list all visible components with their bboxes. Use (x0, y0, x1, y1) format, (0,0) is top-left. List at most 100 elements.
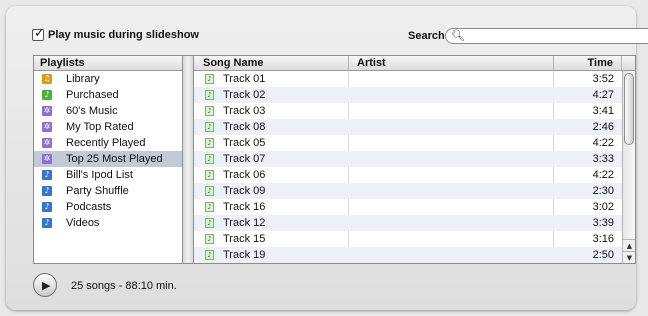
checkmark-icon: ✓ (34, 26, 45, 41)
playlist-icon: ♪ (42, 186, 52, 196)
song-time: 4:22 (592, 137, 614, 149)
song-row[interactable]: ♪ Track 03 3:41 (194, 103, 622, 119)
songs-table[interactable]: Song Name Artist Time ♪ Track 01 3:52 ♪ Trac… (193, 55, 636, 264)
song-time: 3:52 (592, 73, 614, 85)
playlist-icon: ♪ (42, 218, 52, 228)
song-time: 4:22 (592, 169, 614, 181)
music-file-icon: ♪ (205, 250, 214, 260)
song-name: Track 15 (223, 233, 266, 245)
music-file-icon: ♪ (205, 90, 214, 100)
split-view-divider[interactable] (183, 55, 193, 264)
scrollbar-thumb[interactable] (624, 73, 634, 145)
playlist-item[interactable]: ♪ Podcasts (34, 199, 182, 215)
song-row[interactable]: ♪ Track 12 3:39 (194, 215, 622, 231)
song-time: 4:27 (592, 89, 614, 101)
playlist-item[interactable]: ✲ 60's Music (34, 103, 182, 119)
playlists-list[interactable]: Playlists ♫ Library ♪ Purchased ✲ 60's Music ✲… (33, 55, 183, 264)
playlist-item-label: Bill's Ipod List (66, 169, 133, 181)
song-row[interactable]: ♪ Track 05 4:22 (194, 135, 622, 151)
song-name: Track 08 (223, 121, 266, 133)
play-button[interactable]: ▶ (33, 273, 57, 297)
song-row[interactable]: ♪ Track 09 2:30 (194, 183, 622, 199)
song-row[interactable]: ♪ Track 07 3:33 (194, 151, 622, 167)
playlist-item[interactable]: ✲ Recently Played (34, 135, 182, 151)
music-file-icon: ♪ (205, 186, 214, 196)
song-name: Track 03 (223, 105, 266, 117)
song-time: 2:50 (592, 249, 614, 261)
song-count-status: 25 songs - 88:10 min. (71, 280, 177, 292)
playlist-item-label: My Top Rated (66, 121, 134, 133)
search-input[interactable] (466, 30, 646, 42)
song-name: Track 12 (223, 217, 266, 229)
search-label: Search: (408, 30, 449, 42)
scroll-down-arrow-icon[interactable]: ▼ (623, 251, 635, 263)
playlist-item[interactable]: ✲ Top 25 Most Played (34, 151, 182, 167)
playlist-item-label: Purchased (66, 89, 119, 101)
song-time: 3:41 (592, 105, 614, 117)
playlist-icon: ♪ (42, 170, 52, 180)
music-file-icon: ♪ (205, 218, 214, 228)
playlist-item[interactable]: ♪ Purchased (34, 87, 182, 103)
smart-playlist-icon: ✲ (42, 122, 52, 132)
playlist-item[interactable]: ♫ Library (34, 71, 182, 87)
library-icon: ♫ (42, 74, 52, 84)
music-file-icon: ♪ (205, 170, 214, 180)
playlist-item-label: Videos (66, 217, 100, 229)
purchased-icon: ♪ (42, 90, 52, 100)
search-field[interactable]: 🔍︎ (445, 28, 648, 44)
song-row[interactable]: ♪ Track 19 2:50 (194, 247, 622, 263)
playlist-item-label: Party Shuffle (66, 185, 129, 197)
song-row[interactable]: ♪ Track 15 3:16 (194, 231, 622, 247)
music-file-icon: ♪ (205, 234, 214, 244)
music-file-icon: ♪ (205, 106, 214, 116)
music-file-icon: ♪ (205, 74, 214, 84)
songs-vertical-scrollbar[interactable]: ▲ ▼ (622, 71, 635, 263)
song-time: 2:30 (592, 185, 614, 197)
playlist-item[interactable]: ♪ Party Shuffle (34, 183, 182, 199)
song-time: 3:39 (592, 217, 614, 229)
music-file-icon: ♪ (205, 202, 214, 212)
music-file-icon: ♪ (205, 154, 214, 164)
smart-playlist-icon: ✲ (42, 106, 52, 116)
song-time: 3:02 (592, 201, 614, 213)
song-name: Track 02 (223, 89, 266, 101)
song-name: Track 01 (223, 73, 266, 85)
song-name: Track 19 (223, 249, 266, 261)
playlist-item[interactable]: ♪ Bill's Ipod List (34, 167, 182, 183)
song-row[interactable]: ♪ Track 01 3:52 (194, 71, 622, 87)
playlist-item[interactable]: ✲ My Top Rated (34, 119, 182, 135)
header-corner (622, 56, 635, 71)
song-name: Track 07 (223, 153, 266, 165)
music-file-icon: ♪ (205, 122, 214, 132)
playlist-item-label: Recently Played (66, 137, 146, 149)
music-options-bar: ✓ Play music during slideshow Search: 🔍︎ (24, 26, 648, 47)
playlist-item-label: Library (66, 73, 100, 85)
play-music-checkbox[interactable]: ✓ (32, 26, 45, 41)
column-header-time[interactable]: Time (554, 56, 622, 71)
play-music-label[interactable]: Play music during slideshow (48, 29, 199, 41)
search-icon: 🔍︎ (451, 29, 465, 42)
playlist-item-label: Podcasts (66, 201, 112, 213)
play-icon: ▶ (42, 279, 51, 292)
song-row[interactable]: ♪ Track 08 2:46 (194, 119, 622, 135)
song-row[interactable]: ♪ Track 02 4:27 (194, 87, 622, 103)
song-time: 3:16 (592, 233, 614, 245)
song-name: Track 09 (223, 185, 266, 197)
playlist-icon: ♪ (42, 202, 52, 212)
song-time: 2:46 (592, 121, 614, 133)
song-name: Track 06 (223, 169, 266, 181)
song-row[interactable]: ♪ Track 16 3:02 (194, 199, 622, 215)
playlist-item[interactable]: ♪ Videos (34, 215, 182, 231)
song-name: Track 16 (223, 201, 266, 213)
smart-playlist-icon: ✲ (42, 154, 52, 164)
song-name: Track 05 (223, 137, 266, 149)
song-time: 3:33 (592, 153, 614, 165)
playlist-item-label: Top 25 Most Played (66, 153, 163, 165)
song-row[interactable]: ♪ Track 06 4:22 (194, 167, 622, 183)
column-header-song-name[interactable]: Song Name (194, 56, 349, 71)
music-file-icon: ♪ (205, 138, 214, 148)
column-header-artist[interactable]: Artist (349, 56, 554, 71)
playlists-header[interactable]: Playlists (34, 56, 182, 71)
smart-playlist-icon: ✲ (42, 138, 52, 148)
playlist-item-label: 60's Music (66, 105, 118, 117)
